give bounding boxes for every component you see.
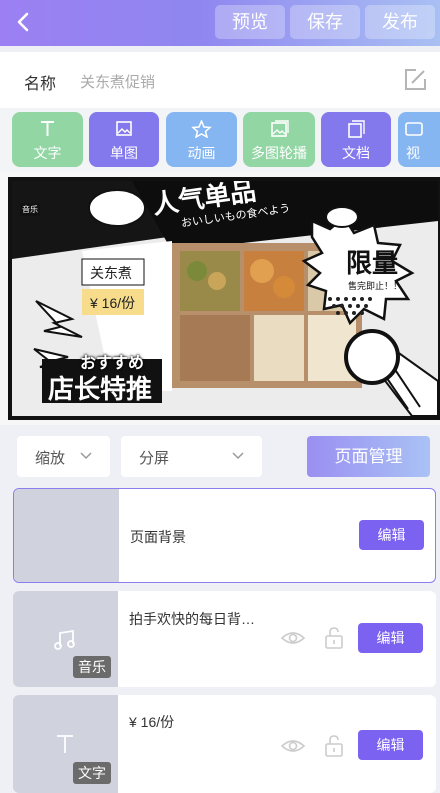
zoom-select[interactable]: 缩放 [17,436,110,477]
tool-label: 单图 [110,145,138,161]
page-manage-button[interactable]: 页面管理 [307,436,430,477]
layer-thumbnail: 文字 [13,695,118,793]
video-icon [405,122,423,136]
edit-button[interactable]: 编辑 [358,623,423,653]
multi-image-icon [271,120,289,137]
text-icon [41,121,54,136]
poster-preview[interactable]: 音乐 人气单品 おいしいもの食べよう 关东煮 ¥ 16/份 限量 售完即止！！ … [8,177,440,420]
tool-label: 文字 [33,145,62,161]
poster-product-price: ¥ 16/份 [90,295,136,311]
layer-thumbnail [14,489,119,582]
layer-item-music[interactable]: 音乐 拍手欢快的每日背… 编辑 [13,591,436,687]
layer-item-text[interactable]: 文字 ¥ 16/份 编辑 [13,695,436,793]
name-row: 名称 关东煮促销 [0,52,440,108]
layer-title: 页面背景 [130,529,186,545]
layer-title: 拍手欢快的每日背… [129,611,255,627]
poster-music-tag: 音乐 [20,203,40,216]
chevron-down-icon [232,452,244,460]
tool-label: 文档 [342,145,370,161]
tool-animation[interactable]: 动画 [166,112,237,167]
layer-type-badge: 音乐 [73,656,111,678]
back-arrow-icon[interactable] [10,8,38,36]
eye-icon[interactable] [281,629,305,647]
eye-icon[interactable] [281,737,305,755]
layer-thumbnail: 音乐 [13,591,118,687]
document-icon [348,120,365,138]
tool-label: 动画 [187,145,216,161]
layer-title: ¥ 16/份 [129,714,175,730]
split-select[interactable]: 分屏 [121,436,262,477]
save-button[interactable]: 保存 [290,5,360,39]
unlock-icon[interactable] [324,627,344,649]
text-icon [57,735,73,753]
tool-label: 多图轮播 [251,145,307,161]
chevron-down-icon [80,452,92,460]
component-toolbar: 文字 单图 动画 多图轮播 文档 视 [0,108,440,172]
canvas-area: 音乐 人气单品 おいしいもの食べよう 关东煮 ¥ 16/份 限量 售完即止！！ … [0,172,440,425]
tool-carousel[interactable]: 多图轮播 [243,112,315,167]
top-bar: 预览 保存 发布 [0,0,440,46]
image-icon [116,121,132,136]
poster-limited: 限量 [346,248,399,278]
split-label: 分屏 [139,450,170,467]
edit-button[interactable]: 编辑 [359,520,424,550]
layer-item-background[interactable]: 页面背景 编辑 [13,488,436,583]
tool-video[interactable]: 视 [398,112,440,167]
poster-product-name: 关东煮 [90,265,132,281]
tool-document[interactable]: 文档 [321,112,391,167]
edit-name-icon[interactable] [403,68,427,92]
tool-text[interactable]: 文字 [12,112,83,167]
tool-image[interactable]: 单图 [89,112,159,167]
zoom-label: 缩放 [35,450,66,467]
name-input[interactable]: 关东煮促销 [80,71,155,92]
unlock-icon[interactable] [324,735,344,757]
layer-type-badge: 文字 [73,762,111,784]
tool-label: 视 [406,145,420,161]
poster-recommend: 店长特推 [48,374,153,404]
publish-button[interactable]: 发布 [365,5,435,39]
edit-button[interactable]: 编辑 [358,730,423,760]
name-label: 名称 [24,76,57,93]
poster-limited-sub: 售完即止！！ [348,281,403,291]
music-note-icon [54,629,75,650]
preview-button[interactable]: 预览 [215,5,285,39]
star-icon [191,120,212,138]
